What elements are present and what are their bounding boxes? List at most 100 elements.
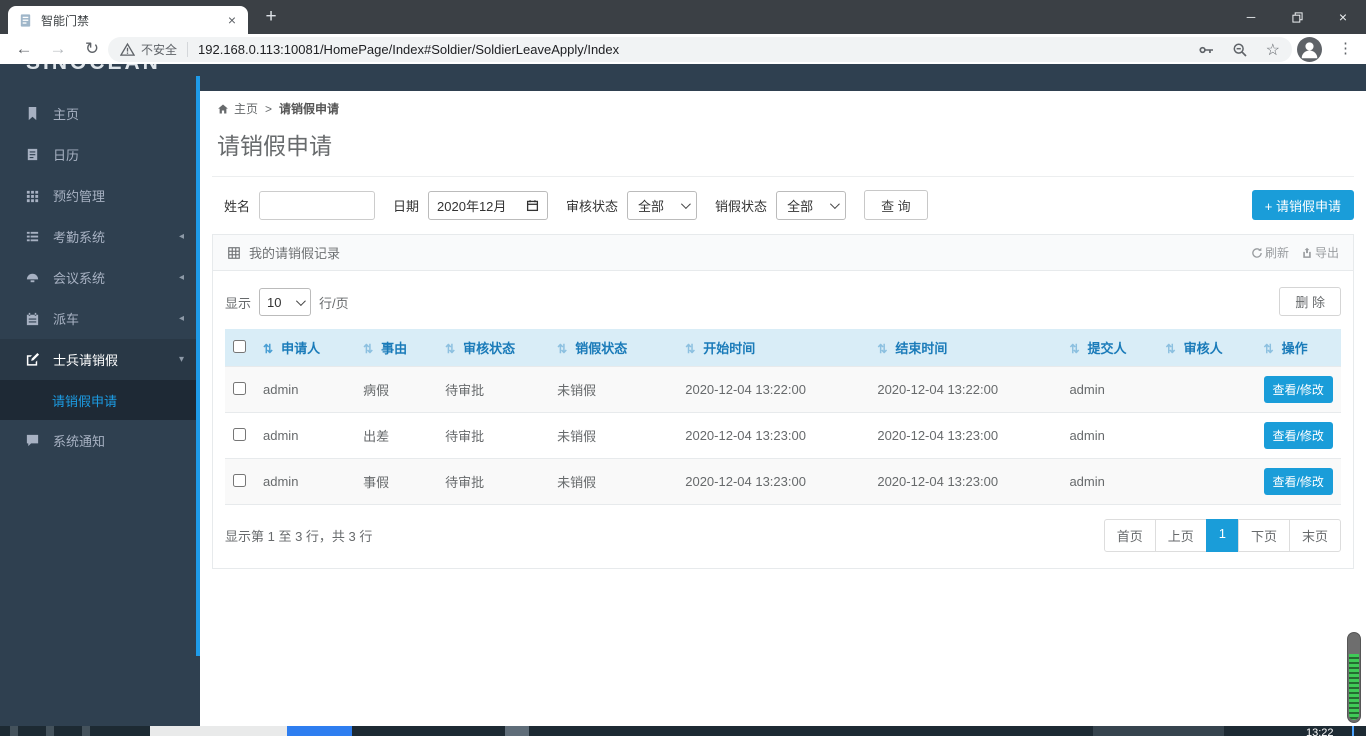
view-edit-button[interactable]: 查看/修改 — [1264, 422, 1333, 449]
sort-icon[interactable]: ⇅ — [685, 342, 695, 356]
sort-icon[interactable]: ⇅ — [877, 342, 887, 356]
cell-review: 待审批 — [437, 367, 549, 413]
calendar-icon — [25, 311, 40, 326]
bookmark-star-icon[interactable]: ☆ — [1266, 40, 1280, 60]
view-edit-button[interactable]: 查看/修改 — [1264, 376, 1333, 403]
sidebar-item-calendar[interactable]: 日历 — [0, 134, 200, 175]
sidebar-item-meeting[interactable]: 会议系统 ◂ — [0, 257, 200, 298]
sidebar-item-attendance[interactable]: 考勤系统 ◂ — [0, 216, 200, 257]
review-status-value: 全部 — [638, 196, 664, 215]
page-last[interactable]: 末页 — [1289, 519, 1341, 552]
cell-submitter: admin — [1061, 413, 1157, 459]
key-icon[interactable] — [1198, 42, 1214, 58]
col-review-status[interactable]: ⇅审核状态 — [437, 329, 549, 367]
sort-icon[interactable]: ⇅ — [557, 342, 567, 356]
forward-button[interactable]: → — [46, 37, 70, 61]
sidebar-item-notice[interactable]: 系统通知 — [0, 420, 200, 461]
sort-icon[interactable]: ⇅ — [445, 342, 455, 356]
row-checkbox[interactable] — [233, 428, 246, 441]
sort-icon[interactable]: ⇅ — [1166, 342, 1176, 356]
new-tab-button[interactable]: + — [258, 5, 284, 31]
browser-menu-icon[interactable]: ⋮ — [1338, 39, 1353, 57]
name-input[interactable] — [259, 191, 375, 220]
chat-icon — [25, 433, 40, 448]
taskbar-item[interactable] — [46, 726, 54, 736]
top-navbar — [200, 64, 1366, 91]
address-bar[interactable]: 不安全 192.168.0.113:10081/HomePage/Index#S… — [108, 37, 1292, 62]
panel-title: 我的请销假记录 — [249, 243, 340, 262]
col-actions[interactable]: ⇅操作 — [1256, 329, 1341, 367]
select-all-checkbox[interactable] — [233, 340, 246, 353]
taskbar-item[interactable] — [287, 726, 352, 736]
calendar-icon — [526, 199, 539, 212]
cell-applicant: admin — [255, 413, 355, 459]
profile-avatar[interactable] — [1297, 37, 1322, 62]
screen: 智能门禁 × + ─ × ← → ↻ 不安全 192.168.0.113:100… — [0, 0, 1366, 736]
sidebar-subitem-leave-apply[interactable]: 请销假申请 — [0, 380, 200, 420]
add-leave-button[interactable]: + 请销假申请 — [1252, 190, 1354, 220]
sidebar-item-dispatch[interactable]: 派车 ◂ — [0, 298, 200, 339]
taskbar-item[interactable] — [82, 726, 90, 736]
view-edit-button[interactable]: 查看/修改 — [1264, 468, 1333, 495]
search-button[interactable]: 查 询 — [864, 190, 928, 220]
browser-tabstrip: 智能门禁 × + ─ × — [0, 0, 1366, 34]
export-link[interactable]: 导出 — [1301, 244, 1339, 261]
window-controls: ─ × — [1228, 0, 1366, 34]
security-label: 不安全 — [141, 41, 177, 58]
col-reviewer[interactable]: ⇅审核人 — [1158, 329, 1256, 367]
cell-reviewer — [1158, 413, 1256, 459]
cell-start: 2020-12-04 13:22:00 — [677, 367, 869, 413]
chevron-left-icon: ◂ — [179, 272, 184, 283]
sort-icon[interactable]: ⇅ — [1069, 342, 1079, 356]
cancel-status-label: 销假状态 — [715, 196, 767, 215]
browser-tab[interactable]: 智能门禁 × — [8, 6, 248, 34]
page-first[interactable]: 首页 — [1104, 519, 1156, 552]
col-submitter[interactable]: ⇅提交人 — [1061, 329, 1157, 367]
taskbar-clock: 13:22 — [1306, 727, 1334, 736]
col-end-time[interactable]: ⇅结束时间 — [869, 329, 1061, 367]
sort-icon[interactable]: ⇅ — [363, 342, 373, 356]
breadcrumb-home[interactable]: 主页 — [234, 100, 258, 117]
taskbar-item[interactable] — [10, 726, 18, 736]
delete-button[interactable]: 删 除 — [1279, 287, 1341, 316]
row-checkbox[interactable] — [233, 474, 246, 487]
col-cancel-status[interactable]: ⇅销假状态 — [549, 329, 677, 367]
minimize-button[interactable]: ─ — [1228, 0, 1274, 34]
restore-button[interactable] — [1274, 0, 1320, 34]
cancel-status-select[interactable]: 全部 — [776, 191, 846, 220]
sidebar-item-soldier-leave[interactable]: 士兵请销假 ▾ — [0, 339, 200, 380]
reload-button[interactable]: ↻ — [80, 37, 104, 61]
review-status-select[interactable]: 全部 — [627, 191, 697, 220]
sort-icon[interactable]: ⇅ — [1264, 342, 1274, 356]
bookmark-icon — [25, 106, 40, 121]
sidebar-item-reservation[interactable]: 预约管理 — [0, 175, 200, 216]
page-next[interactable]: 下页 — [1238, 519, 1290, 552]
taskbar: 13:22 — [0, 726, 1366, 736]
page-size-select[interactable]: 10 — [259, 288, 311, 316]
page-prev[interactable]: 上页 — [1155, 519, 1207, 552]
chevron-down-icon — [296, 296, 306, 306]
col-start-time[interactable]: ⇅开始时间 — [677, 329, 869, 367]
taskbar-item[interactable] — [1093, 726, 1224, 736]
sidebar-item-label: 请销假申请 — [52, 391, 117, 410]
page-number[interactable]: 1 — [1206, 519, 1239, 552]
sort-icon[interactable]: ⇅ — [263, 342, 273, 356]
taskbar-item[interactable] — [505, 726, 529, 736]
panel-header: 我的请销假记录 刷新 导出 — [213, 235, 1353, 271]
back-button[interactable]: ← — [12, 37, 36, 61]
col-reason[interactable]: ⇅事由 — [355, 329, 437, 367]
col-applicant[interactable]: ⇅申请人 — [255, 329, 355, 367]
tab-close-icon[interactable]: × — [224, 12, 240, 28]
sidebar-item-home[interactable]: 主页 — [0, 93, 200, 134]
refresh-link[interactable]: 刷新 — [1251, 244, 1289, 261]
cell-reason: 病假 — [355, 367, 437, 413]
row-checkbox[interactable] — [233, 382, 246, 395]
date-input[interactable]: 2020年12月 — [428, 191, 548, 220]
zoom-out-icon[interactable] — [1232, 42, 1248, 58]
taskbar-item[interactable] — [150, 726, 287, 736]
cell-end: 2020-12-04 13:23:00 — [869, 413, 1061, 459]
review-status-label: 审核状态 — [566, 196, 618, 215]
cell-submitter: admin — [1061, 459, 1157, 505]
chevron-left-icon: ◂ — [179, 313, 184, 324]
close-window-button[interactable]: × — [1320, 0, 1366, 34]
